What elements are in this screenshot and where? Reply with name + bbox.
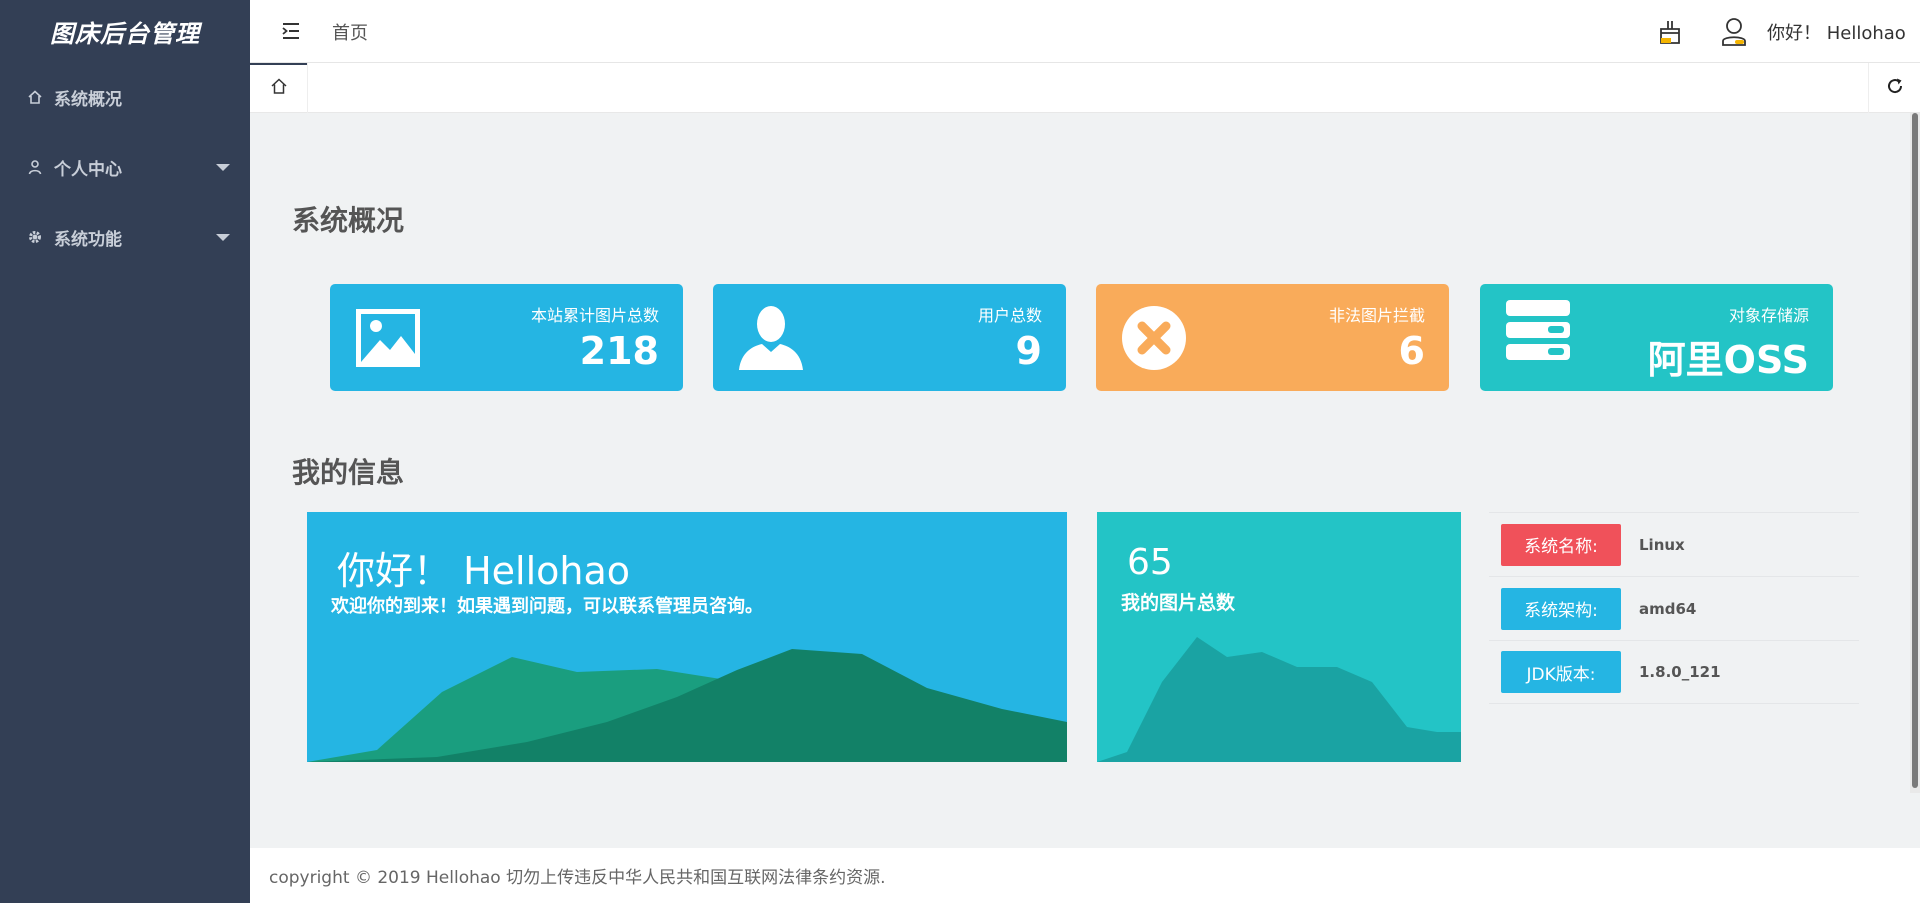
breadcrumb-home[interactable]: 首页	[332, 19, 368, 45]
person-icon	[737, 304, 805, 372]
stat-value: 218	[579, 329, 659, 373]
my-images-count: 65	[1127, 542, 1173, 583]
stat-value: 9	[1015, 329, 1042, 373]
footer: copyright © 2019 Hellohao 切勿上传违反中华人民共和国互…	[250, 848, 1920, 903]
sidebar-item-label: 系统概况	[54, 89, 122, 110]
stat-label: 非法图片拦截	[1328, 306, 1425, 325]
system-info-row: JDK版本: 1.8.0_121	[1489, 640, 1859, 704]
system-arch-label: 系统架构:	[1501, 587, 1621, 630]
my-info-title: 我的信息	[292, 456, 405, 489]
my-images-label: 我的图片总数	[1121, 592, 1236, 614]
stat-card-total-images: 本站累计图片总数 218	[330, 284, 683, 391]
welcome-card: 你好！ Hellohao 欢迎你的到来！如果遇到问题，可以联系管理员咨询。	[307, 512, 1067, 762]
user-icon	[26, 158, 44, 176]
user-avatar-icon[interactable]	[1720, 17, 1748, 47]
sidebar-item-label: 系统功能	[54, 229, 122, 250]
user-greeting[interactable]: 你好！ Hellohao	[1767, 19, 1906, 45]
sidebar: 图床后台管理 系统概况 个人中心 系统功能	[0, 0, 250, 903]
home-icon	[270, 77, 288, 99]
mountain-decoration	[1097, 637, 1461, 762]
welcome-message: 欢迎你的到来！如果遇到问题，可以联系管理员咨询。	[331, 596, 763, 617]
tab-bar	[250, 63, 1920, 113]
caret-down-icon	[216, 234, 230, 241]
sidebar-item-overview[interactable]: 系统概况	[0, 62, 250, 132]
mountain-decoration	[307, 649, 1067, 762]
gear-icon	[26, 228, 44, 246]
jdk-version-value: 1.8.0_121	[1639, 663, 1721, 681]
stat-value: 6	[1398, 329, 1425, 373]
system-arch-value: amd64	[1639, 599, 1697, 618]
stat-label: 用户总数	[977, 306, 1042, 325]
stat-label: 对象存储源	[1728, 306, 1809, 325]
caret-down-icon	[216, 164, 230, 171]
stat-card-storage-source: 对象存储源 阿里OSS	[1480, 284, 1833, 391]
system-info-list: 系统名称: Linux 系统架构: amd64 JDK版本: 1.8.0_121	[1489, 512, 1859, 704]
system-name-value: Linux	[1639, 535, 1685, 554]
close-circle-icon	[1120, 304, 1188, 372]
stat-value: 阿里OSS	[1647, 338, 1809, 382]
system-name-label: 系统名称:	[1501, 523, 1621, 566]
system-info-row: 系统架构: amd64	[1489, 576, 1859, 640]
image-icon	[354, 304, 422, 372]
sidebar-item-system-functions[interactable]: 系统功能	[0, 202, 250, 272]
top-header: 首页 你好！ Hellohao	[250, 0, 1920, 63]
main-content: 系统概况 本站累计图片总数 218 用户总数 9 非法图片拦截 6 对象存储源 …	[250, 113, 1920, 848]
sidebar-item-personal-center[interactable]: 个人中心	[0, 132, 250, 202]
scrollbar-thumb[interactable]	[1912, 113, 1918, 788]
app-logo[interactable]: 图床后台管理	[0, 0, 250, 62]
menu-fold-icon[interactable]	[280, 20, 302, 42]
jdk-version-label: JDK版本:	[1501, 651, 1621, 693]
refresh-button[interactable]	[1868, 63, 1920, 113]
home-icon	[26, 88, 44, 106]
refresh-icon	[1886, 77, 1904, 99]
theme-icon[interactable]	[1658, 19, 1682, 45]
server-icon	[1504, 298, 1572, 366]
system-info-row: 系统名称: Linux	[1489, 512, 1859, 576]
vertical-scrollbar[interactable]	[1910, 113, 1920, 793]
stat-card-users: 用户总数 9	[713, 284, 1066, 391]
overview-title: 系统概况	[292, 204, 405, 237]
stat-label: 本站累计图片总数	[530, 306, 659, 325]
welcome-greeting: 你好！ Hellohao	[337, 549, 631, 593]
sidebar-item-label: 个人中心	[54, 159, 122, 180]
stat-card-blocked-images: 非法图片拦截 6	[1096, 284, 1449, 391]
my-images-card: 65 我的图片总数	[1097, 512, 1461, 762]
tab-home[interactable]	[250, 63, 308, 113]
